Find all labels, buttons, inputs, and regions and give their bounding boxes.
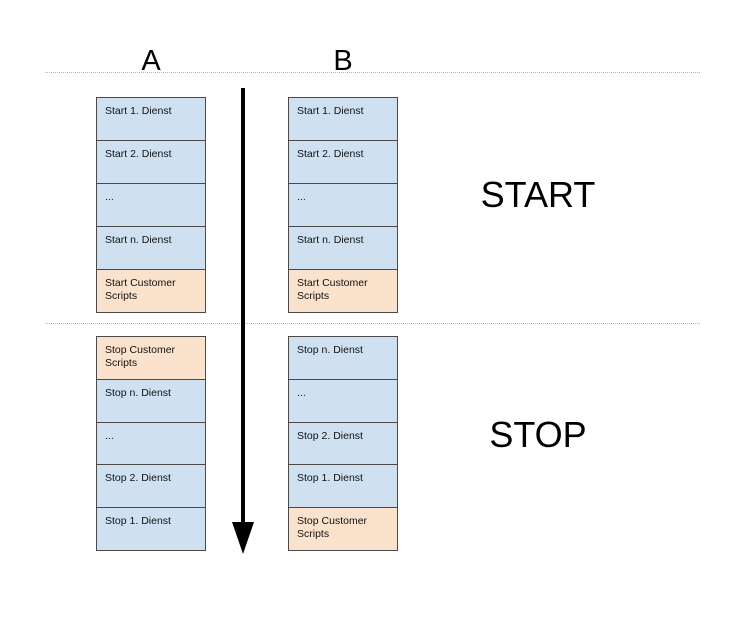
box-label: Stop 2. Dienst	[297, 429, 363, 442]
box-label: Start 2. Dienst	[105, 148, 172, 160]
service-box: Start n. Dienst	[288, 226, 398, 270]
box-label: Start n. Dienst	[297, 234, 364, 246]
column-header-b: B	[333, 45, 353, 77]
arrow-down-icon	[232, 88, 254, 554]
diagram-canvas: A B Start 1. Dienst Start 2. Dienst... Sta…	[0, 0, 743, 626]
service-box: ...	[288, 183, 398, 227]
box-label: Start 1. Dienst	[297, 105, 364, 117]
stack-column-b-start: Start 1. Dienst Start 2. Dienst... Start n…	[288, 97, 398, 313]
divider-middle	[45, 323, 700, 324]
box-label: Start 2. Dienst	[297, 148, 364, 160]
service-box: Stop 1. Dienst	[96, 507, 206, 551]
box-label: Stop 1. Dienst	[297, 472, 363, 485]
service-box: Stop 1. Dienst	[288, 464, 398, 509]
service-box: Stop 2. Dienst	[96, 464, 206, 509]
service-box: Start n. Dienst	[96, 226, 206, 270]
box-label: Start Customer Scripts	[105, 277, 176, 302]
box-label: Stop Customer Scripts	[105, 344, 176, 369]
box-label: Stop n. Dienst	[105, 386, 171, 399]
box-label: ...	[297, 191, 306, 203]
stack-column-b-stop: Stop n. Dienst... Stop 2. Dienst Stop 1. D…	[288, 336, 398, 551]
service-box: Start 1. Dienst	[96, 97, 206, 141]
service-box: ...	[288, 378, 398, 423]
service-box: Stop n. Dienst	[288, 336, 398, 380]
service-box: Stop 2. Dienst	[288, 421, 398, 466]
customer-script-box: Stop Customer Scripts	[288, 507, 398, 551]
box-label: ...	[297, 386, 306, 399]
box-label: ...	[105, 191, 114, 203]
service-box: Start 1. Dienst	[288, 97, 398, 141]
phase-label-stop: STOP	[489, 414, 587, 455]
stack-column-a-stop: Stop Customer Scripts Stop n. Dienst... St…	[96, 336, 206, 551]
service-box: Start 2. Dienst	[288, 140, 398, 184]
customer-script-box: Start Customer Scripts	[96, 269, 206, 313]
box-label: Start 1. Dienst	[105, 105, 172, 117]
box-label: Start Customer Scripts	[297, 277, 368, 302]
customer-script-box: Start Customer Scripts	[288, 269, 398, 313]
box-label: Start n. Dienst	[105, 234, 172, 246]
box-label: ...	[105, 429, 114, 442]
box-label: Stop n. Dienst	[297, 344, 363, 356]
service-box: Start 2. Dienst	[96, 140, 206, 184]
box-label: Stop 2. Dienst	[105, 472, 171, 485]
service-box: ...	[96, 183, 206, 227]
box-label: Stop 1. Dienst	[105, 515, 171, 528]
stack-column-a-start: Start 1. Dienst Start 2. Dienst... Start n…	[96, 97, 206, 313]
service-box: Stop n. Dienst	[96, 378, 206, 423]
phase-label-start: START	[480, 174, 596, 215]
service-box: ...	[96, 421, 206, 466]
column-header-a: A	[141, 45, 161, 77]
customer-script-box: Stop Customer Scripts	[96, 336, 206, 380]
box-label: Stop Customer Scripts	[297, 515, 368, 540]
